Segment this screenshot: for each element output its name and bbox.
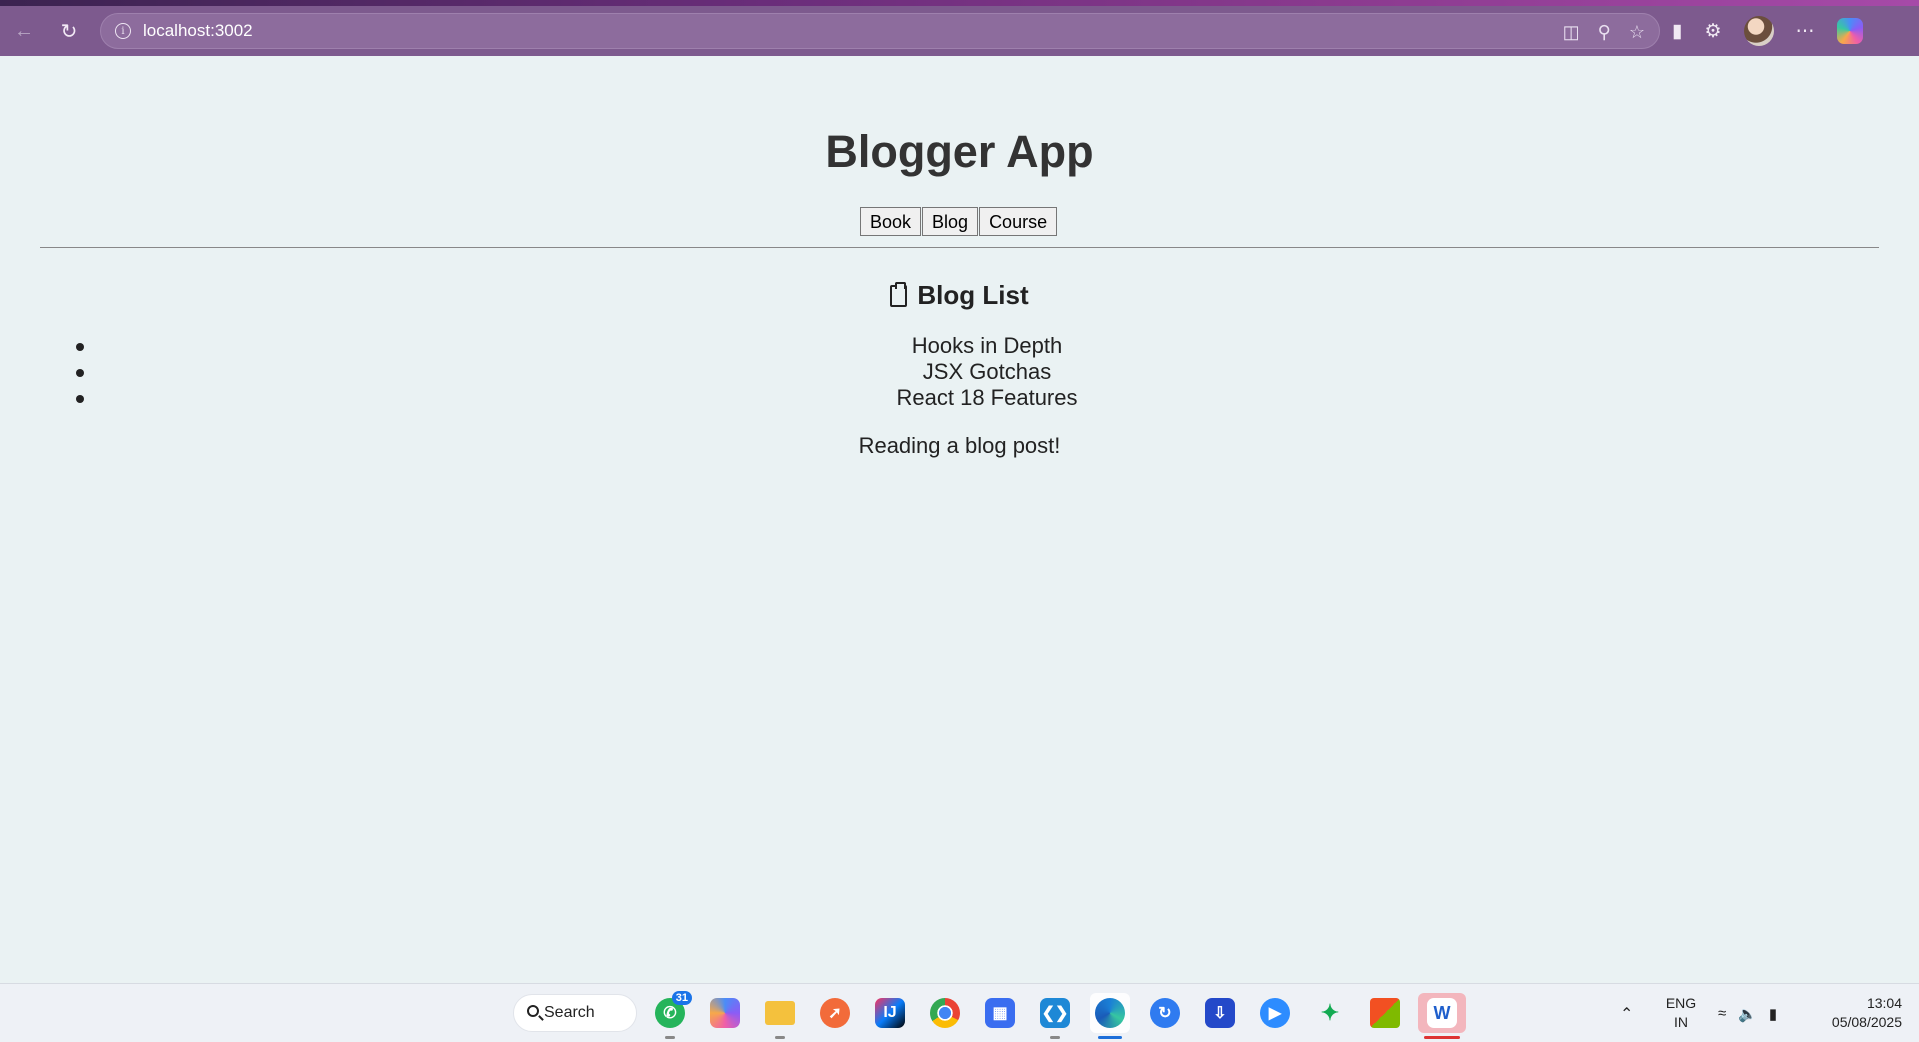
intellij-icon: IJ: [875, 998, 905, 1028]
zoom-app[interactable]: ▶: [1255, 993, 1295, 1033]
language-region: IN: [1674, 1014, 1688, 1030]
mongodb-leaf-icon: ✦: [1320, 1000, 1340, 1025]
blog-button[interactable]: Blog: [922, 207, 979, 236]
list-item: React 18 Features: [0, 385, 1919, 411]
sync-app[interactable]: ↻: [1145, 993, 1185, 1033]
sync-icon: ↻: [1150, 998, 1180, 1028]
windows-logo-icon: [466, 999, 494, 1027]
more-menu-icon[interactable]: ⋯: [1796, 20, 1815, 43]
file-explorer-app[interactable]: [760, 993, 800, 1039]
vscode-app[interactable]: ❮❯: [1035, 993, 1075, 1039]
clock[interactable]: 13:04 05/08/2025: [1812, 994, 1902, 1032]
course-button[interactable]: Course: [979, 207, 1058, 236]
horizontal-rule: [40, 247, 1879, 248]
book-button[interactable]: Book: [860, 207, 922, 236]
reading-message: Reading a blog post!: [858, 433, 1061, 458]
running-indicator: [775, 1036, 785, 1039]
page-title: Blogger App: [825, 126, 1094, 177]
site-info-icon[interactable]: i: [115, 23, 131, 39]
word-app[interactable]: W: [1418, 993, 1466, 1039]
active-indicator: [1424, 1036, 1460, 1039]
address-url[interactable]: localhost:3002: [143, 21, 253, 41]
copilot-app-icon: [710, 998, 740, 1028]
section-title: Blog List: [0, 280, 1919, 311]
battery-icon: ▮: [1768, 1005, 1778, 1023]
running-indicator: [1050, 1036, 1060, 1039]
extensions-icon[interactable]: ⚙: [1704, 20, 1721, 43]
running-indicator: [665, 1036, 675, 1039]
language-code: ENG: [1665, 995, 1697, 1011]
split-screen-icon[interactable]: ◫: [1563, 22, 1580, 43]
wps-writer-icon: W: [1427, 998, 1457, 1028]
list-item: Hooks in Depth: [0, 333, 1919, 359]
back-arrow-icon[interactable]: ←: [8, 15, 40, 47]
copilot-icon[interactable]: [1836, 18, 1863, 44]
reload-icon[interactable]: ↻: [53, 15, 85, 47]
blog-list: Hooks in Depth JSX Gotchas React 18 Feat…: [0, 333, 1919, 411]
section-title-text: Blog List: [917, 280, 1029, 310]
address-bar[interactable]: i localhost:3002 ◫ ⚲ ☆: [100, 13, 1660, 49]
chrome-app[interactable]: [925, 993, 965, 1033]
start-button[interactable]: [460, 993, 500, 1033]
search-label: Search: [544, 1004, 595, 1021]
zoom-video-icon: ▶: [1260, 998, 1290, 1028]
download-icon: ⇩: [1205, 998, 1235, 1028]
intellij-app[interactable]: IJ: [870, 993, 910, 1033]
taskbar-search[interactable]: Search: [513, 994, 637, 1032]
collections-icon[interactable]: ▮: [1672, 20, 1682, 43]
taskbar: Search ✆ 31 ➚ IJ ▦ ❮❯ ↻ ⇩ ▶ ✦ W ⌃ ENG IN…: [0, 983, 1919, 1042]
clipboard-icon: [890, 282, 908, 307]
edge-app[interactable]: [1090, 993, 1130, 1039]
copilot-app[interactable]: [705, 993, 745, 1033]
search-icon: [527, 1005, 539, 1017]
postman-app[interactable]: ➚: [815, 993, 855, 1033]
store-app[interactable]: [1365, 993, 1405, 1033]
nav-buttons: Book Blog Course: [860, 207, 1058, 236]
list-item: JSX Gotchas: [0, 359, 1919, 385]
postman-icon: ➚: [820, 998, 850, 1028]
show-hidden-icons-icon[interactable]: ⌃: [1620, 1004, 1633, 1024]
chat-app-icon: ▦: [985, 998, 1015, 1028]
whatsapp-app[interactable]: ✆ 31: [650, 991, 692, 1039]
volume-icon: 🔈: [1738, 1005, 1757, 1023]
mongodb-app[interactable]: ✦: [1310, 993, 1350, 1033]
vscode-icon: ❮❯: [1040, 998, 1070, 1028]
favorite-star-icon[interactable]: ☆: [1629, 22, 1645, 43]
active-indicator: [1098, 1036, 1122, 1039]
teams-app[interactable]: ▦: [980, 993, 1020, 1033]
chrome-icon: [930, 998, 960, 1028]
browser-toolbar: ← ↻ i localhost:3002 ◫ ⚲ ☆ ▮ ⚙ ⋯: [0, 6, 1919, 56]
clock-date: 05/08/2025: [1831, 1014, 1902, 1030]
system-tray[interactable]: ≈ 🔈 ▮: [1718, 984, 1777, 1042]
clock-time: 13:04: [1866, 995, 1902, 1011]
edge-icon: [1095, 998, 1125, 1028]
profile-avatar[interactable]: [1743, 16, 1774, 46]
wifi-icon: ≈: [1718, 1005, 1727, 1022]
folder-icon: [765, 1001, 795, 1025]
notification-badge: 31: [671, 991, 692, 1005]
language-indicator[interactable]: ENG IN: [1660, 994, 1702, 1032]
download-app[interactable]: ⇩: [1200, 993, 1240, 1033]
store-icon: [1370, 998, 1400, 1028]
zoom-icon[interactable]: ⚲: [1598, 22, 1611, 43]
